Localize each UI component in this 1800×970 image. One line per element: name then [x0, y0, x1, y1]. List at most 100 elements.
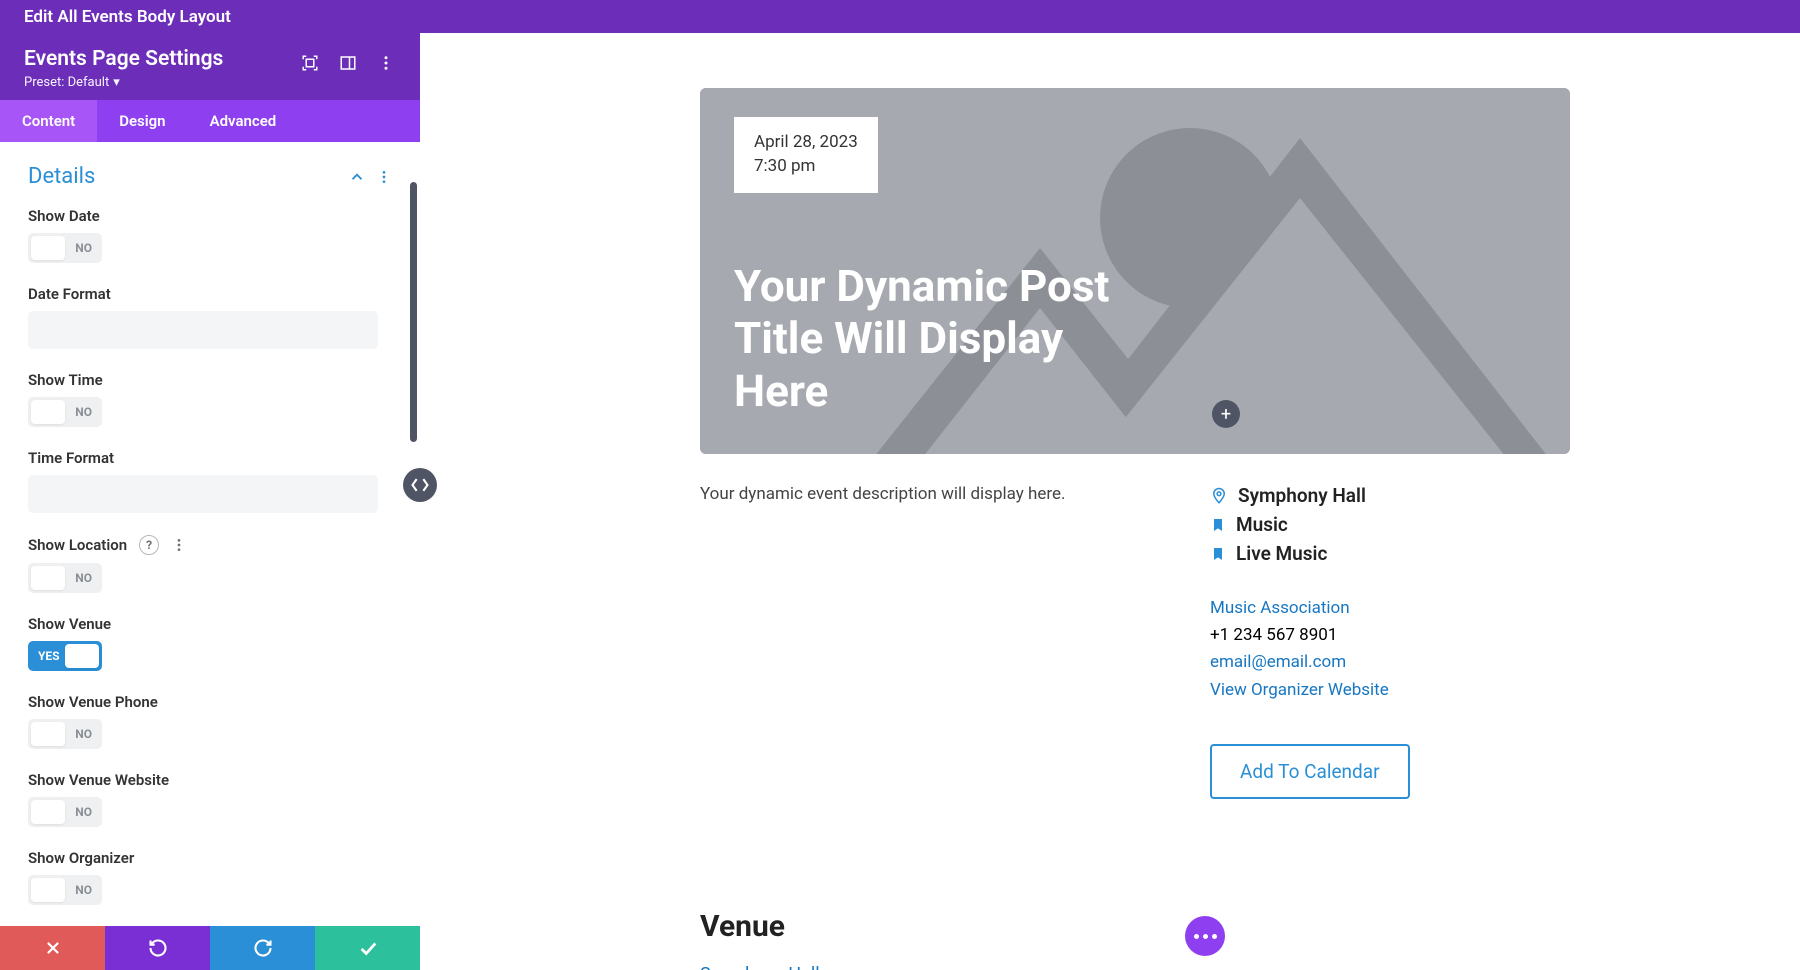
bookmark-icon: [1210, 517, 1226, 533]
organizer-block: Music Association +1 234 567 8901 email@…: [1210, 595, 1570, 704]
label-show-venue-website: Show Venue Website: [28, 771, 392, 789]
toggle-show-date[interactable]: NO: [28, 233, 102, 263]
more-vertical-icon[interactable]: [376, 169, 392, 185]
toggle-show-venue[interactable]: YES: [28, 641, 102, 671]
input-date-format[interactable]: [28, 311, 378, 349]
chevron-up-icon[interactable]: [348, 168, 366, 186]
event-date: April 28, 2023: [754, 131, 858, 155]
sidebar-header: Events Page Settings Preset: Default ▾: [0, 33, 420, 100]
input-time-format[interactable]: [28, 475, 378, 513]
add-module-button[interactable]: +: [1212, 400, 1240, 428]
tab-design[interactable]: Design: [97, 100, 187, 142]
help-icon[interactable]: ?: [139, 535, 159, 555]
toggle-knob: [31, 400, 65, 424]
top-bar-title: Edit All Events Body Layout: [24, 7, 231, 27]
organizer-email[interactable]: email@email.com: [1210, 649, 1570, 676]
toggle-show-time[interactable]: NO: [28, 397, 102, 427]
label-show-venue-phone: Show Venue Phone: [28, 693, 392, 711]
floating-action-button[interactable]: [1185, 916, 1225, 956]
field-show-time: Show Time NO: [28, 371, 392, 427]
bookmark-icon: [1210, 546, 1226, 562]
label-show-date: Show Date: [28, 207, 392, 225]
organizer-website[interactable]: View Organizer Website: [1210, 677, 1570, 704]
toggle-knob: [31, 878, 65, 902]
toggle-no-label: NO: [75, 571, 92, 585]
preset-selector[interactable]: Preset: Default ▾: [24, 75, 396, 90]
top-bar: Edit All Events Body Layout: [0, 0, 1800, 33]
undo-button[interactable]: [105, 926, 210, 970]
preset-label: Preset: Default: [24, 75, 109, 90]
venue-heading: Venue: [700, 909, 1570, 944]
tab-content[interactable]: Content: [0, 100, 97, 142]
side-info: Symphony Hall Music Live Music Music Ass…: [1210, 484, 1570, 799]
field-show-venue: Show Venue YES: [28, 615, 392, 671]
toggle-knob: [65, 644, 99, 668]
content-row: Your dynamic event description will disp…: [700, 484, 1570, 799]
resize-handle[interactable]: [403, 468, 437, 502]
field-show-date: Show Date NO: [28, 207, 392, 263]
toggle-yes-label: YES: [38, 649, 60, 663]
event-description: Your dynamic event description will disp…: [700, 484, 1150, 799]
toggle-knob: [31, 566, 65, 590]
settings-sidebar: Events Page Settings Preset: Default ▾ C…: [0, 33, 420, 970]
more-vertical-icon[interactable]: [376, 53, 396, 73]
hero-title: Your Dynamic Post Title Will Display Her…: [734, 260, 1154, 418]
label-date-format: Date Format: [28, 285, 392, 303]
section-title: Details: [28, 164, 95, 189]
toggle-show-venue-phone[interactable]: NO: [28, 719, 102, 749]
sidebar-header-icons: [300, 53, 396, 73]
hero-image[interactable]: April 28, 2023 7:30 pm Your Dynamic Post…: [700, 88, 1570, 454]
panel-icon[interactable]: [338, 53, 358, 73]
date-badge: April 28, 2023 7:30 pm: [734, 117, 878, 193]
category-line-2: Live Music: [1210, 542, 1570, 565]
panel-body[interactable]: Details Show Date NO Date F: [0, 142, 420, 926]
toggle-show-venue-website[interactable]: NO: [28, 797, 102, 827]
pin-icon: [1210, 487, 1228, 505]
more-horizontal-icon: [1194, 934, 1217, 939]
toggle-no-label: NO: [75, 241, 92, 255]
event-time: 7:30 pm: [754, 155, 858, 179]
venue-link[interactable]: Symphony Hall: [700, 964, 1570, 970]
more-vertical-icon[interactable]: [171, 537, 187, 553]
toggle-show-organizer[interactable]: NO: [28, 875, 102, 905]
toggle-no-label: NO: [75, 805, 92, 819]
toggle-knob: [31, 236, 65, 260]
section-head-details[interactable]: Details: [28, 158, 392, 207]
toggle-no-label: NO: [75, 405, 92, 419]
venue-line: Symphony Hall: [1210, 484, 1570, 507]
caret-down-icon: ▾: [113, 75, 120, 90]
redo-button[interactable]: [210, 926, 315, 970]
field-show-venue-website: Show Venue Website NO: [28, 771, 392, 827]
bottom-actions: [0, 926, 420, 970]
label-show-time: Show Time: [28, 371, 392, 389]
settings-tabs: Content Design Advanced: [0, 100, 420, 142]
field-time-format: Time Format: [28, 449, 392, 513]
cancel-button[interactable]: [0, 926, 105, 970]
section-icons: [348, 168, 392, 186]
toggle-knob: [31, 722, 65, 746]
organizer-name[interactable]: Music Association: [1210, 595, 1570, 622]
label-time-format: Time Format: [28, 449, 392, 467]
toggle-no-label: NO: [75, 727, 92, 741]
save-button[interactable]: [315, 926, 420, 970]
scrollbar-thumb[interactable]: [410, 182, 417, 442]
add-to-calendar-button[interactable]: Add To Calendar: [1210, 744, 1410, 799]
preview-canvas[interactable]: April 28, 2023 7:30 pm Your Dynamic Post…: [420, 33, 1800, 970]
category-line-1: Music: [1210, 513, 1570, 536]
field-show-location: Show Location ? NO: [28, 535, 392, 593]
category-2: Live Music: [1236, 542, 1327, 565]
category-1: Music: [1236, 513, 1288, 536]
field-date-format: Date Format: [28, 285, 392, 349]
label-show-organizer: Show Organizer: [28, 849, 392, 867]
main-wrap: Events Page Settings Preset: Default ▾ C…: [0, 33, 1800, 970]
tab-advanced[interactable]: Advanced: [188, 100, 299, 142]
venue-name: Symphony Hall: [1238, 484, 1366, 507]
toggle-show-location[interactable]: NO: [28, 563, 102, 593]
organizer-phone: +1 234 567 8901: [1210, 622, 1570, 649]
label-show-location: Show Location: [28, 536, 127, 554]
field-show-venue-phone: Show Venue Phone NO: [28, 693, 392, 749]
field-show-organizer: Show Organizer NO: [28, 849, 392, 905]
toggle-no-label: NO: [75, 883, 92, 897]
label-show-venue: Show Venue: [28, 615, 392, 633]
fullscreen-icon[interactable]: [300, 53, 320, 73]
